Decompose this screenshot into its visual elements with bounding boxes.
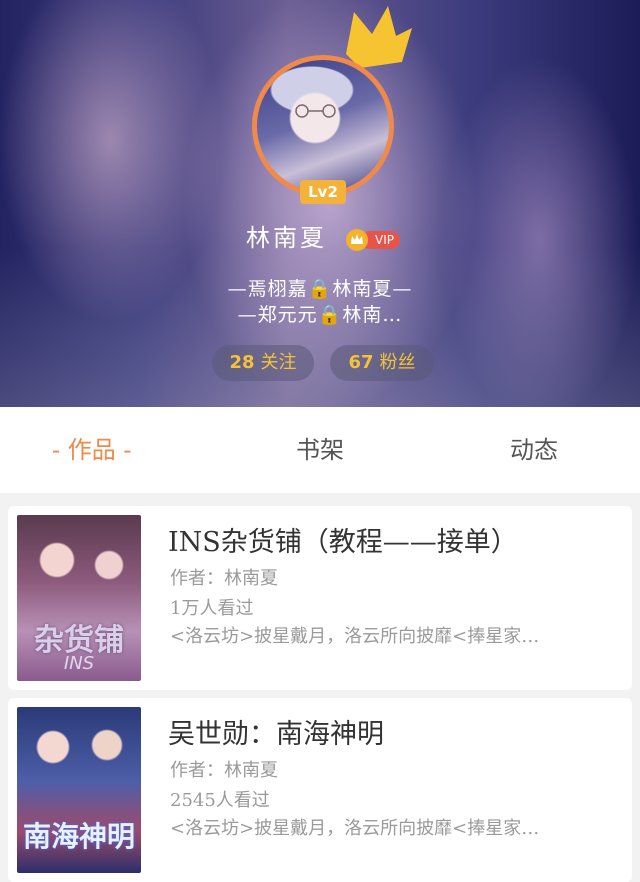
book-description: <洛云坊>披星戴月，洛云所向披靡<捧星家… [170,626,540,647]
avatar-image [257,60,389,192]
book-card[interactable]: 南海神明 吴世勋：南海神明 作者：林南夏 2545人看过 <洛云坊>披星戴月，洛… [8,698,632,882]
fans-label: 粉丝 [379,352,416,373]
following-label: 关注 [260,352,297,373]
level-badge: Lv2 [300,180,346,204]
glasses-icon [295,104,336,118]
book-description: <洛云坊>披星戴月，洛云所向披靡<捧星家… [170,818,540,839]
cover-title: 南海神明 [22,820,135,853]
profile-header: Lv2 林南夏 VIP —焉栩嘉🔒林南夏— —郑元元🔒林南… 28 关注 67 粉丝 [0,0,640,407]
username: 林南夏 [246,224,327,252]
vip-crown-icon [346,229,368,251]
signature-line: —焉栩嘉🔒林南夏— [227,278,413,300]
signature-line: —郑元元🔒林南… [237,304,403,326]
book-title[interactable]: INS杂货铺（教程——接单） [168,520,518,559]
book-title[interactable]: 吴世勋：南海神明 [168,712,384,751]
tab-feed[interactable]: 动态 [510,407,558,493]
cover-subtitle: INS [63,653,95,674]
book-views: 2545人看过 [170,790,270,811]
tab-bookshelf[interactable]: 书架 [296,407,344,493]
fans-count: 67 [348,352,374,373]
book-cover[interactable]: 杂货铺 INS [17,515,141,681]
following-button[interactable]: 28 关注 [212,345,314,381]
book-author: 作者：林南夏 [170,568,278,589]
vip-badge[interactable]: VIP [346,229,400,251]
header-glow [0,247,640,407]
book-views: 1万人看过 [170,598,254,619]
book-author: 作者：林南夏 [170,760,278,781]
fans-button[interactable]: 67 粉丝 [330,345,434,381]
avatar[interactable] [252,55,394,197]
book-card[interactable]: 杂货铺 INS INS杂货铺（教程——接单） 作者：林南夏 1万人看过 <洛云坊… [8,506,632,690]
tab-works[interactable]: - 作品 - [52,407,131,493]
book-cover[interactable]: 南海神明 [17,707,141,873]
tab-bar: - 作品 - 书架 动态 [0,407,640,493]
following-count: 28 [229,352,255,373]
